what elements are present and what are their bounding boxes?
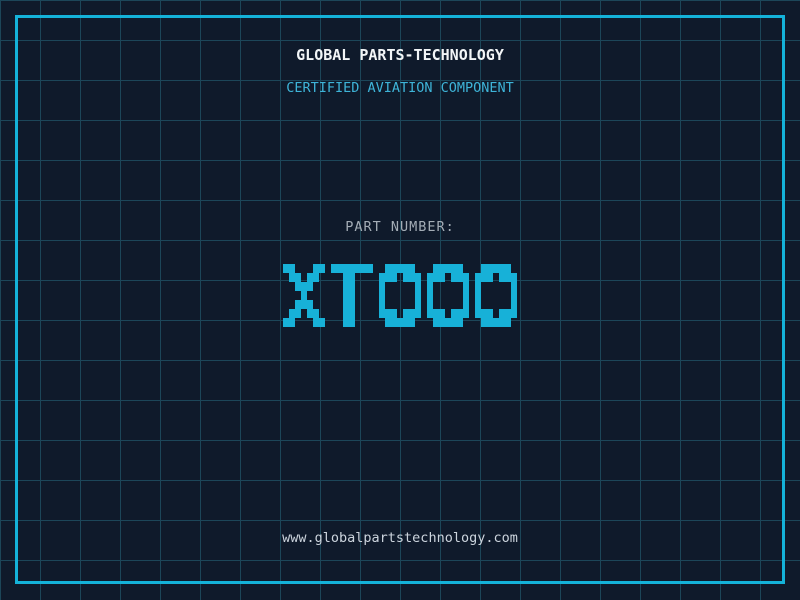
part-number-char xyxy=(379,264,421,327)
part-number-char xyxy=(427,264,469,327)
part-number-char xyxy=(331,264,373,327)
certification-subtitle: CERTIFIED AVIATION COMPONENT xyxy=(286,80,514,96)
part-number-char xyxy=(475,264,517,327)
part-number-value xyxy=(0,264,800,327)
company-title: GLOBAL PARTS-TECHNOLOGY xyxy=(296,46,504,64)
part-number-label: PART NUMBER: xyxy=(345,219,455,235)
placeholder-image: GLOBAL PARTS-TECHNOLOGY CERTIFIED AVIATI… xyxy=(0,0,800,600)
part-number-char xyxy=(283,264,325,327)
website-url: www.globalpartstechnology.com xyxy=(282,530,518,546)
